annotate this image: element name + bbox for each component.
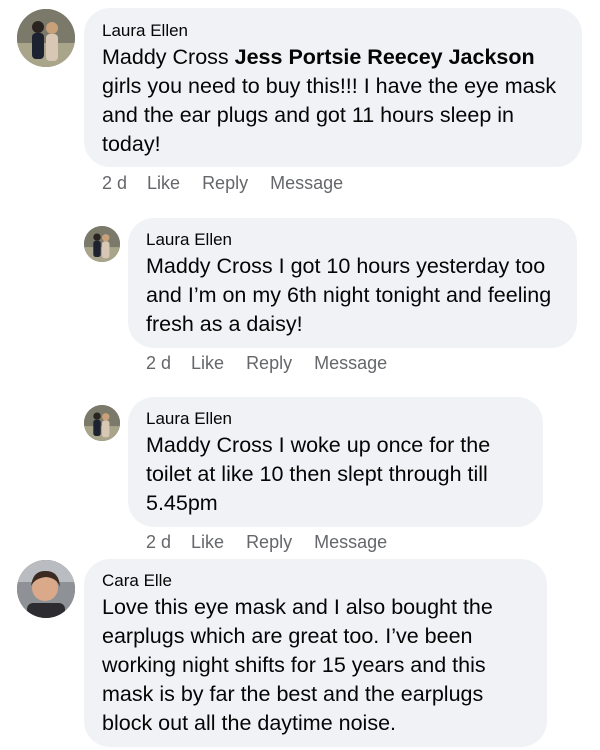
comment-author[interactable]: Laura Ellen [102,21,564,41]
message-button[interactable]: Message [314,353,387,373]
message-button[interactable]: Message [314,532,387,552]
comment-text: Maddy Cross Jess Portsie Reecey Jackson … [102,43,564,159]
avatar[interactable] [84,405,120,441]
mention-tag[interactable]: Maddy Cross [102,45,229,69]
reply-button[interactable]: Reply [246,532,292,552]
comment-author[interactable]: Laura Ellen [146,409,525,429]
avatar[interactable] [84,226,120,262]
mention-tag[interactable]: Jess Portsie Reecey Jackson [235,45,535,69]
reply-button[interactable]: Reply [202,173,248,193]
comment-timestamp[interactable]: 2 d [146,532,171,552]
comment-timestamp[interactable]: 2 d [146,353,171,373]
profile-photo-icon [84,226,120,262]
reply-button[interactable]: Reply [246,353,292,373]
comment-text: Love this eye mask and I also bought the… [102,595,493,735]
like-button[interactable]: Like [147,173,180,193]
comment-actions: 2 d Like Reply Message [146,352,409,374]
comment-bubble: Laura Ellen Maddy Cross I got 10 hours y… [128,218,577,348]
comment-author[interactable]: Laura Ellen [146,230,559,250]
profile-photo-icon [84,405,120,441]
comment-actions: 2 d Like Reply Message [146,531,409,553]
message-button[interactable]: Message [270,173,343,193]
comment-actions: 2 d Like Reply Message [102,172,365,194]
comment-timestamp[interactable]: 2 d [102,173,127,193]
comment-text: Maddy Cross I got 10 hours yesterday too… [146,254,552,336]
profile-photo-icon [17,9,75,67]
like-button[interactable]: Like [191,532,224,552]
profile-photo-icon [17,560,75,618]
avatar[interactable] [17,9,75,67]
comment-body: girls you need to buy this!!! I have the… [102,74,557,156]
avatar[interactable] [17,560,75,618]
comment-bubble: Laura Ellen Maddy Cross I woke up once f… [128,397,543,527]
comment-author[interactable]: Cara Elle [102,571,529,591]
like-button[interactable]: Like [191,353,224,373]
comment-text: Maddy Cross I woke up once for the toile… [146,433,491,515]
comment-bubble: Cara Elle Love this eye mask and I also … [84,559,547,747]
comment-bubble: Laura Ellen Maddy Cross Jess Portsie Ree… [84,8,582,167]
